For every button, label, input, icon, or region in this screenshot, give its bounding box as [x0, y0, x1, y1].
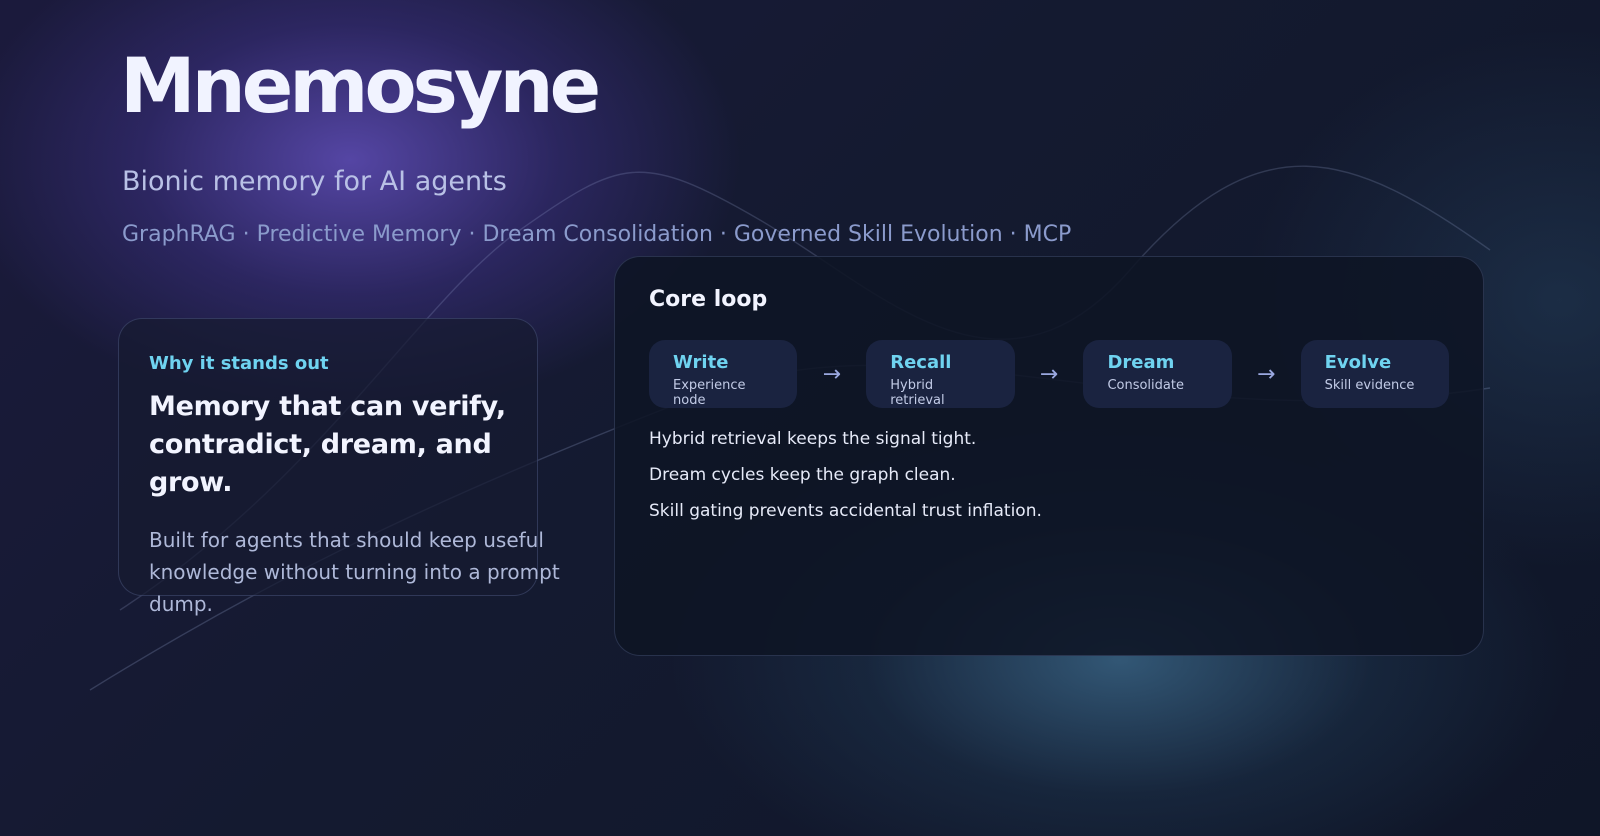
core-loop-steps: Write Experience node → Recall Hybrid re… [649, 340, 1449, 408]
step-subtitle: Hybrid retrieval [890, 378, 945, 408]
core-loop-point: Hybrid retrieval keeps the signal tight. [649, 429, 977, 449]
step-write: Write Experience node [649, 340, 798, 408]
why-card-body: Built for agents that should keep useful… [149, 528, 560, 616]
core-loop-point: Skill gating prevents accidental trust i… [649, 501, 1042, 521]
arrow-right-icon: → [1257, 361, 1276, 387]
app-title: Mnemosyne [120, 41, 601, 130]
core-loop-title: Core loop [649, 287, 768, 312]
step-title: Dream [1107, 352, 1175, 373]
step-title: Evolve [1324, 352, 1392, 373]
why-card-eyebrow: Why it stands out [149, 353, 329, 374]
feature-list: GraphRAG · Predictive Memory · Dream Con… [122, 222, 1072, 247]
step-title: Recall [890, 352, 952, 373]
arrow-right-icon: → [1039, 361, 1059, 387]
why-card-headline-line-1: Memory that can verify, [149, 391, 506, 422]
step-title: Write [673, 352, 729, 373]
step-recall: Recall Hybrid retrieval [866, 340, 1015, 408]
step-subtitle: Experience node [673, 378, 746, 408]
why-card: Why it stands out Memory that can verify… [118, 318, 560, 616]
core-loop-card: Core loop Write Experience node → Recall… [614, 256, 1484, 656]
core-loop-points: Hybrid retrieval keeps the signal tight.… [649, 428, 1449, 523]
why-card-headline-line-2: contradict, dream, and grow. [149, 429, 492, 498]
why-card-headline: Memory that can verify, contradict, drea… [149, 388, 507, 502]
step-subtitle: Consolidate [1107, 378, 1184, 393]
step-dream: Dream Consolidate [1083, 340, 1232, 408]
step-evolve: Evolve Skill evidence [1300, 340, 1449, 408]
core-loop-point: Dream cycles keep the graph clean. [649, 465, 956, 485]
app-subtitle: Bionic memory for AI agents [122, 166, 507, 197]
step-subtitle: Skill evidence [1324, 378, 1415, 393]
arrow-right-icon: → [822, 361, 841, 387]
